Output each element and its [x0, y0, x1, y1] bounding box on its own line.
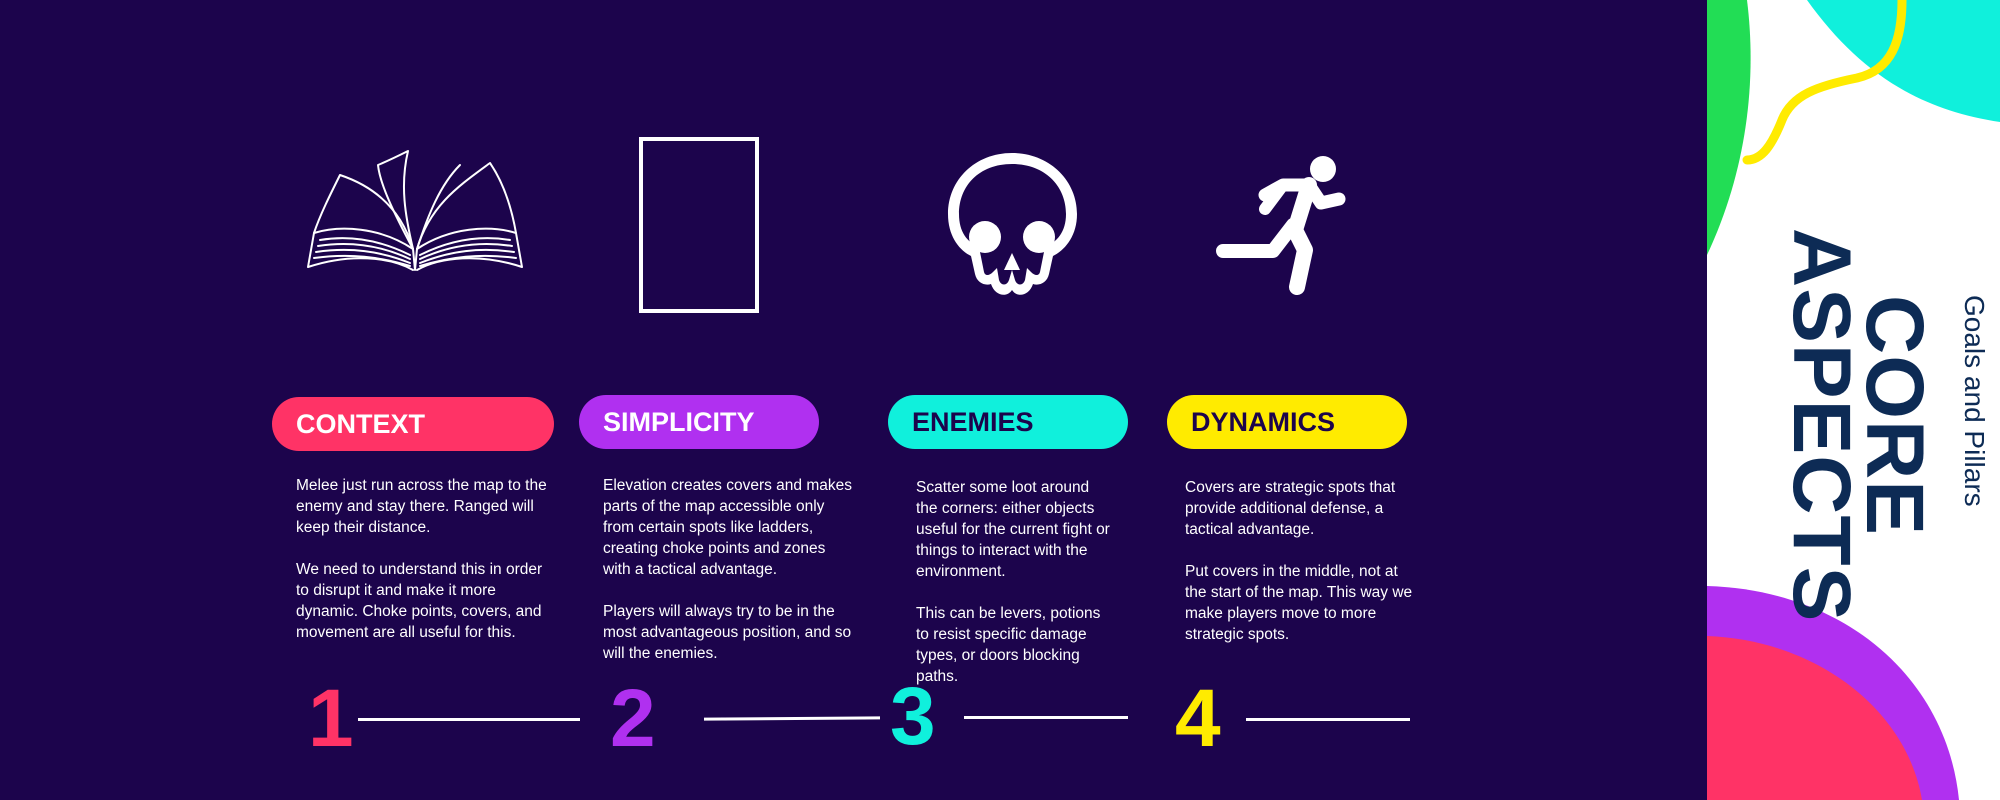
subtitle: Goals and Pillars — [1959, 295, 1990, 507]
pillar-number-4: 4 — [1175, 673, 1221, 764]
pillar-label-simplicity: SIMPLICITY — [579, 395, 819, 449]
pillar-number-1: 1 — [308, 673, 354, 764]
pillar-description-enemies: Scatter some loot around the corners: ei… — [916, 479, 1110, 685]
title-line-aspects: ASPECTS — [1776, 228, 1867, 623]
pillar-description-simplicity: Elevation creates covers and makes parts… — [603, 477, 852, 662]
divider-line-3 — [964, 716, 1128, 719]
divider-line-2 — [703, 716, 881, 721]
open-book-icon — [307, 150, 523, 271]
pillar-description-dynamics: Covers are strategic spots that provide … — [1185, 479, 1413, 643]
pillar-label-enemies: ENEMIES — [888, 395, 1128, 449]
divider-line-1 — [358, 718, 580, 721]
pillar-label-context: CONTEXT — [272, 397, 554, 451]
rectangle-frame-icon — [639, 137, 759, 313]
divider-line-4 — [1246, 718, 1410, 721]
pillar-label-dynamics: DYNAMICS — [1167, 395, 1407, 449]
pillar-number-3: 3 — [890, 671, 936, 762]
pillar-description-context: Melee just run across the map to the ene… — [296, 477, 547, 641]
running-person-icon — [1216, 156, 1346, 295]
pillar-number-2: 2 — [610, 673, 656, 764]
main-panel: CONTEXT SIMPLICITY ENEMIES DYNAMICS Mele… — [0, 0, 1707, 800]
skull-icon — [948, 153, 1077, 295]
